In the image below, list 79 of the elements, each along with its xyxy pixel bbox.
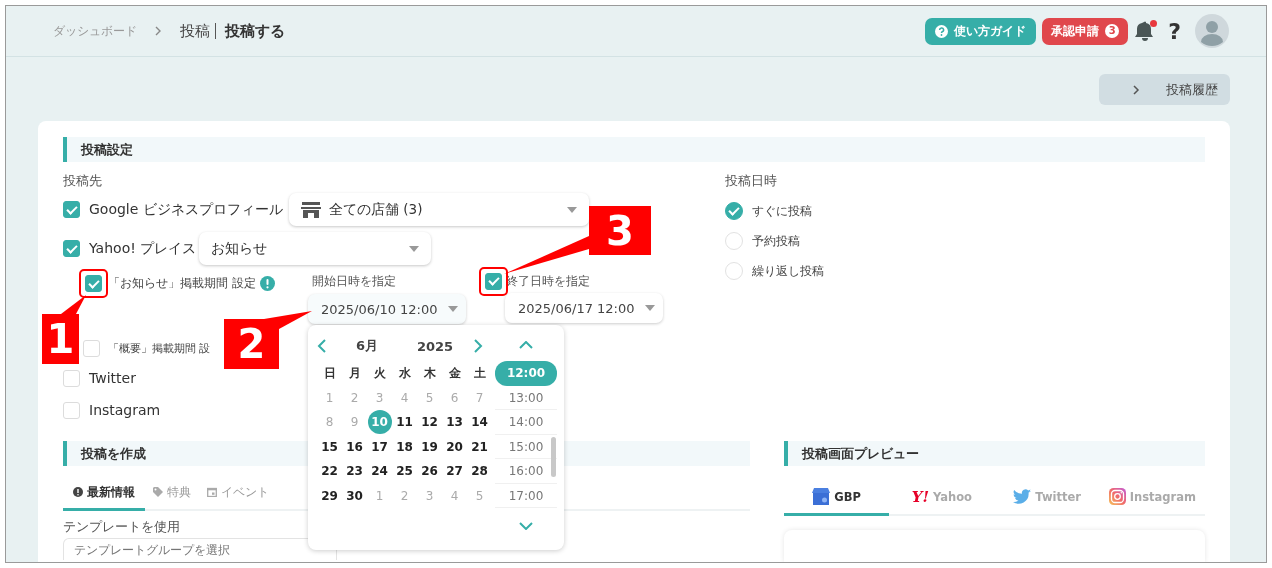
tab[interactable]: GBP	[784, 480, 890, 516]
chevron-icon	[1133, 84, 1140, 95]
field-label: 投稿先	[63, 172, 103, 190]
count-badge: 3	[1105, 24, 1120, 38]
storefront-icon	[812, 488, 831, 505]
previous-month-icon[interactable]	[317, 339, 327, 353]
day-cell[interactable]: 14	[467, 410, 492, 435]
chevron-up-icon[interactable]	[519, 341, 533, 349]
chevron-icon	[155, 26, 162, 36]
store-select[interactable]: 全ての店舗 (3)	[289, 193, 589, 226]
history-button[interactable]: 投稿履歴	[1099, 74, 1230, 105]
day-cell[interactable]: 11	[392, 410, 417, 435]
checkbox-label: Instagram	[89, 402, 161, 418]
step-number: 2	[224, 319, 279, 369]
month-label: 6月	[354, 337, 379, 355]
template-select[interactable]: テンプレートグループを選択	[63, 538, 337, 560]
checkbox[interactable]	[63, 240, 80, 257]
day-cell[interactable]: 12	[417, 410, 442, 435]
weekday-label: 月	[348, 364, 361, 382]
next-month-icon[interactable]	[473, 339, 483, 353]
leader-line	[61, 295, 86, 314]
yahoo-logo: Y!	[911, 487, 929, 506]
checkbox[interactable]	[85, 275, 102, 292]
date-field[interactable]: 2025/06/10 12:00	[308, 294, 466, 324]
caret-icon	[567, 206, 577, 213]
radio-label: 繰り返し投稿	[752, 262, 824, 280]
category-select[interactable]: お知らせ	[199, 232, 431, 265]
time-option[interactable]: 14:00	[495, 410, 557, 435]
weekday-label: 土	[473, 364, 486, 382]
checkbox-label: Twitter	[89, 370, 136, 386]
field-label: 投稿日時	[725, 172, 778, 190]
section-header: 投稿設定	[63, 137, 1205, 162]
checkbox-label: Google ビジネスプロフィール	[89, 200, 284, 219]
day-cell[interactable]: 29	[317, 483, 342, 508]
day-cell[interactable]: 30	[342, 483, 367, 508]
tab[interactable]: 最新情報	[63, 476, 145, 511]
caret-icon	[409, 245, 419, 252]
time-option[interactable]: 13:00	[495, 385, 557, 410]
field-label: 開始日時を指定	[312, 273, 397, 290]
radio-label: すぐに投稿	[752, 202, 812, 220]
radio-button[interactable]	[725, 202, 743, 220]
radio-label: 予約投稿	[752, 232, 800, 250]
calendar-icon	[207, 487, 217, 497]
checkbox-label: 「概要」掲載期間 設	[108, 340, 211, 356]
weekday-label: 金	[448, 364, 461, 382]
checkbox[interactable]	[485, 272, 502, 290]
step-number: 3	[589, 206, 651, 255]
info-icon	[259, 276, 275, 291]
weekday-label: 水	[398, 364, 411, 382]
checkbox[interactable]	[63, 201, 80, 218]
tab[interactable]: Y! Yahoo	[889, 480, 995, 516]
weekday-label: 火	[373, 364, 386, 382]
breadcrumb-link[interactable]: 投稿	[180, 21, 210, 41]
help-icon	[935, 24, 949, 38]
time-option[interactable]: 17:00	[495, 483, 557, 508]
weekday-label: 木	[423, 364, 436, 382]
field-label: テンプレートを使用	[63, 518, 180, 536]
info-icon	[73, 487, 83, 497]
store-icon	[301, 200, 321, 219]
checkbox-label: Yahoo! プレイス	[89, 239, 198, 258]
year-label: 2025	[415, 338, 455, 354]
chevron-down-icon[interactable]	[519, 522, 533, 530]
day-cell[interactable]: 13	[442, 410, 467, 435]
section-header: 投稿画面プレビュー	[784, 441, 1205, 466]
step-number: 1	[42, 314, 79, 364]
caret-icon	[645, 305, 655, 311]
camera-icon	[1108, 488, 1126, 505]
scrollbar-thumb[interactable]	[551, 437, 556, 477]
page-title: 投稿する	[225, 21, 285, 41]
weekday-label: 日	[323, 364, 336, 382]
help-link[interactable]: ?	[1164, 18, 1185, 44]
avatar-icon[interactable]	[1195, 14, 1229, 48]
date-field[interactable]: 2025/06/17 12:00	[505, 293, 663, 323]
leader-line	[264, 311, 312, 329]
approval-button[interactable]: 承認申請 3	[1042, 17, 1129, 45]
checkbox-label: 「お知らせ」掲載期間 設定	[108, 276, 256, 291]
bird-icon	[1013, 489, 1032, 504]
caret-icon	[448, 306, 458, 312]
tag-icon	[153, 487, 163, 497]
